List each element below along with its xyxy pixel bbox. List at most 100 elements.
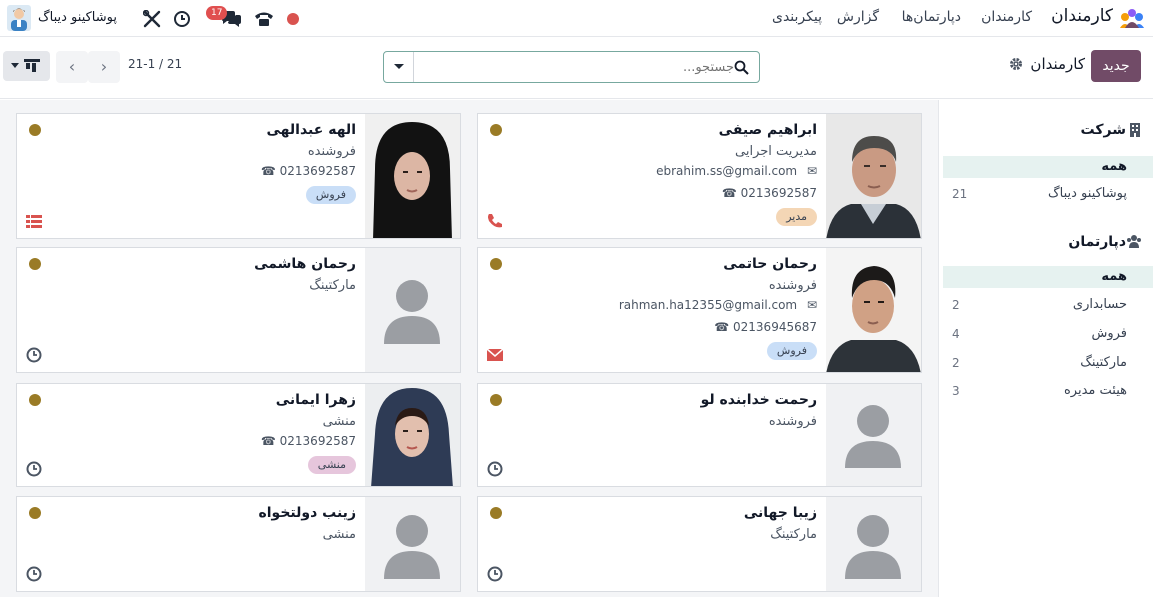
presence-status-dot xyxy=(490,394,502,406)
filter-label: حسابداری xyxy=(1072,297,1127,312)
presence-status-dot xyxy=(490,507,502,519)
envelope-icon[interactable] xyxy=(486,346,504,364)
employee-phone: ☎ 0213692587 xyxy=(260,164,356,178)
clock-icon[interactable] xyxy=(486,565,504,583)
company-filter-all[interactable]: همه xyxy=(943,156,1153,178)
filter-count: 3 xyxy=(952,384,960,398)
employee-photo xyxy=(365,114,460,238)
search-input[interactable] xyxy=(416,54,734,80)
chat-badge: 17 xyxy=(206,6,228,20)
company-filter-item[interactable]: پوشاکینو دیباگ 21 xyxy=(943,183,1153,205)
employee-photo-placeholder xyxy=(365,497,460,591)
employee-card[interactable]: زهرا ایمانی منشی ☎ 0213692587 منشی xyxy=(16,383,461,487)
employee-tag: مدیر xyxy=(776,208,817,226)
pager-next-button[interactable]: › xyxy=(88,51,120,83)
users-icon xyxy=(1126,234,1142,248)
clock-icon[interactable] xyxy=(486,460,504,478)
envelope-icon: ✉ xyxy=(806,164,817,178)
department-filter-item[interactable]: حسابداری 2 xyxy=(943,294,1153,316)
employee-card[interactable]: زیبا جهانی مارکتینگ xyxy=(477,496,922,592)
department-filter-item[interactable]: مارکتینگ 2 xyxy=(943,352,1153,374)
employee-card[interactable]: زینب دولتخواه منشی xyxy=(16,496,461,592)
phone-icon: ☎ xyxy=(260,164,276,178)
menu-configuration[interactable]: پیکربندی xyxy=(772,9,822,25)
phone-icon[interactable] xyxy=(486,212,504,230)
employee-card[interactable]: الهه عبدالهی فروشنده ☎ 0213692587 فروش xyxy=(16,113,461,239)
search-bar xyxy=(383,51,760,83)
employee-tag: فروش xyxy=(305,186,356,204)
new-button[interactable]: جدید xyxy=(1091,50,1141,82)
phone-icon: ☎ xyxy=(714,320,730,334)
kanban-view-icon xyxy=(24,59,40,72)
employee-card[interactable]: رحمت خدابنده لو فروشنده xyxy=(477,383,922,487)
tools-icon[interactable] xyxy=(142,9,161,28)
filter-count: 2 xyxy=(952,356,960,370)
clock-icon[interactable] xyxy=(25,346,43,364)
clock-icon[interactable] xyxy=(25,460,43,478)
employee-name: رحمان حاتمی xyxy=(723,256,817,272)
filter-label: هیئت مدیره xyxy=(1064,383,1127,398)
search-icon[interactable] xyxy=(734,60,749,75)
filter-count: 2 xyxy=(952,298,960,312)
filter-label: پوشاکینو دیباگ xyxy=(1048,186,1127,201)
presence-status-dot xyxy=(29,258,41,270)
employee-job-title: مدیریت اجرایی xyxy=(735,144,817,159)
employee-phone: ☎ 0213692587 xyxy=(260,434,356,448)
presence-status-dot xyxy=(490,124,502,136)
department-filter-header: دپارتمان xyxy=(1068,234,1126,250)
employee-photo-placeholder xyxy=(365,248,460,372)
department-filter-item[interactable]: هیئت مدیره 3 xyxy=(943,380,1153,402)
record-icon[interactable] xyxy=(287,13,299,25)
kanban-view: ابراهیم صیفی مدیریت اجرایی ebrahim.ss@gm… xyxy=(0,100,938,597)
view-switcher[interactable] xyxy=(3,51,50,81)
phone-icon: ☎ xyxy=(721,186,737,200)
employee-job-title: فروشنده xyxy=(768,278,817,293)
app-title[interactable]: کارمندان xyxy=(1051,6,1113,26)
employee-job-title: فروشنده xyxy=(307,144,356,159)
employee-phone: ☎ 0213692587 xyxy=(721,186,817,200)
control-panel: جدید کارمندان 21 / 21-1 › ‹ xyxy=(0,37,1153,99)
employee-card[interactable]: رحمان حاتمی فروشنده rahman.ha12355@gmail… xyxy=(477,247,922,373)
presence-status-dot xyxy=(490,258,502,270)
list-icon[interactable] xyxy=(25,212,43,230)
pager-value[interactable]: 21 / 21-1 xyxy=(128,57,182,71)
menu-employees[interactable]: کارمندان xyxy=(981,9,1032,25)
employee-email: ebrahim.ss@gmail.com ✉ xyxy=(656,164,817,178)
gear-icon[interactable] xyxy=(1009,57,1023,71)
building-icon xyxy=(1129,123,1141,137)
company-switcher[interactable]: پوشاکینو دیباگ xyxy=(38,10,117,25)
employee-job-title: فروشنده xyxy=(768,414,817,429)
menu-departments[interactable]: دپارتمان‌ها xyxy=(902,9,961,25)
filter-count: 21 xyxy=(952,187,968,201)
employee-phone: ☎ 02136945687 xyxy=(714,320,817,334)
top-navbar: پوشاکینو دیباگ 17 کارمندان کارمندان دپار… xyxy=(0,0,1153,37)
employee-photo-placeholder xyxy=(826,497,921,591)
employee-card[interactable]: رحمان هاشمی مارکتینگ xyxy=(16,247,461,373)
department-filter-item[interactable]: فروش 4 xyxy=(943,323,1153,345)
clock-icon[interactable] xyxy=(173,10,191,28)
company-filter-header: شرکت xyxy=(1080,122,1126,138)
employee-tag: منشی xyxy=(307,456,356,474)
employee-name: رحمان هاشمی xyxy=(254,256,356,272)
presence-status-dot xyxy=(29,507,41,519)
employee-name: ابراهیم صیفی xyxy=(718,122,817,138)
department-filter-all[interactable]: همه xyxy=(943,266,1153,288)
clock-icon[interactable] xyxy=(25,565,43,583)
employee-photo xyxy=(826,114,921,238)
user-avatar[interactable] xyxy=(7,5,31,31)
employee-job-title: منشی xyxy=(322,527,356,542)
filter-label: همه xyxy=(1101,269,1127,284)
employee-name: زهرا ایمانی xyxy=(275,392,356,408)
menu-reports[interactable]: گزارش xyxy=(837,9,879,25)
employee-name: زینب دولتخواه xyxy=(258,505,356,521)
pager-prev-button[interactable]: ‹ xyxy=(56,51,88,83)
filter-label: فروش xyxy=(1091,326,1127,341)
breadcrumb: کارمندان xyxy=(1030,55,1085,73)
chevron-down-icon xyxy=(11,63,19,68)
phone-icon[interactable] xyxy=(254,10,274,28)
app-logo-icon[interactable] xyxy=(1119,8,1145,30)
employee-card[interactable]: ابراهیم صیفی مدیریت اجرایی ebrahim.ss@gm… xyxy=(477,113,922,239)
employee-name: رحمت خدابنده لو xyxy=(700,392,817,408)
search-filter-toggle[interactable] xyxy=(384,52,414,82)
employee-photo-placeholder xyxy=(826,384,921,486)
